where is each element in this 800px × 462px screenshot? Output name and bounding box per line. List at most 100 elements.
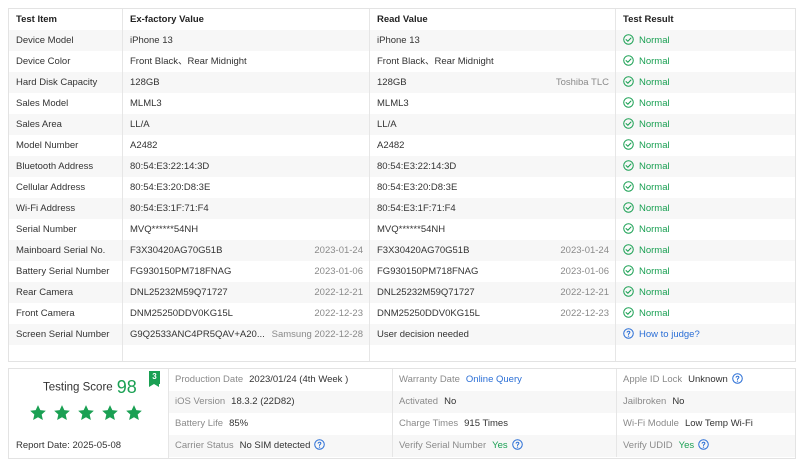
star-icon [30, 405, 46, 420]
charge-times-value: 915 Times [464, 418, 508, 429]
ex-factory-value-note: 2023-01-06 [314, 266, 363, 277]
question-circle-icon[interactable] [731, 373, 743, 384]
activated-label: Activated [399, 396, 439, 407]
ex-factory-value: LL/A [123, 114, 370, 135]
table-row: Battery Serial Number FG930150PM718FNAG 20… [9, 261, 795, 282]
read-value-text: Front Black、Rear Midnight [377, 56, 494, 67]
battery-life-value: 85% [229, 418, 249, 429]
read-value-text: F3X30420AG70G51B [377, 245, 470, 256]
info-battery-life: Battery Life 85% [169, 413, 393, 435]
test-result-status: Normal [639, 98, 670, 109]
test-result: Normal [616, 114, 795, 135]
ex-factory-value-text: 80:54:E3:20:D8:3E [130, 182, 211, 193]
table-row: Model Number A2482 A2482 Normal [9, 135, 795, 156]
table-header: Test Item Ex-factory Value Read Value Te… [9, 9, 795, 30]
test-result-status: Normal [639, 119, 670, 130]
ex-factory-value: MLML3 [123, 93, 370, 114]
ex-factory-value: 80:54:E3:22:14:3D [123, 156, 370, 177]
star-icon [102, 405, 118, 420]
test-result-status: Normal [639, 77, 670, 88]
apple-id-lock-value: Unknown [688, 374, 728, 385]
read-value: DNL25232M59Q71727 2022-12-21 [370, 282, 616, 303]
jailbroken-value: No [672, 396, 685, 407]
testing-score-value: 98 [116, 377, 137, 397]
info-verify-serial-number: Verify Serial Number Yes [393, 435, 617, 457]
ex-factory-value-text: A2482 [130, 140, 158, 151]
check-circle-icon [623, 286, 634, 297]
test-result-status: Normal [639, 182, 670, 193]
test-result-status: Normal [639, 245, 670, 256]
how-to-judge-link[interactable]: How to judge? [639, 329, 700, 340]
ex-factory-value: F3X30420AG70G51B 2023-01-24 [123, 240, 370, 261]
read-value-note: 2022-12-21 [560, 287, 609, 298]
ex-factory-value-text: MLML3 [130, 98, 162, 109]
warranty-date-value[interactable]: Online Query [466, 374, 522, 385]
test-result-status: Normal [639, 266, 670, 277]
info-ios-version: iOS Version 18.3.2 (22D82) [169, 391, 393, 413]
test-result-status: Normal [639, 35, 670, 46]
ex-factory-value-text: DNL25232M59Q71727 [130, 287, 228, 298]
ex-factory-value: DNL25232M59Q71727 2022-12-21 [123, 282, 370, 303]
question-circle-icon[interactable] [314, 439, 326, 450]
check-circle-icon [623, 139, 634, 150]
read-value-text: iPhone 13 [377, 35, 420, 46]
question-circle-icon[interactable] [623, 328, 634, 339]
info-jailbroken: Jailbroken No [617, 391, 795, 413]
read-value-text: 80:54:E3:20:D8:3E [377, 182, 458, 193]
test-item: Front Camera [9, 303, 123, 324]
test-result: Normal [616, 72, 795, 93]
ex-factory-value: 128GB [123, 72, 370, 93]
test-item: Hard Disk Capacity [9, 72, 123, 93]
table-row: Wi-Fi Address 80:54:E3:1F:71:F4 80:54:E3:1… [9, 198, 795, 219]
table-row: Device Color Front Black、Rear Midnight Fro… [9, 51, 795, 72]
summary-panel: Testing Score 98 3 Report Date: 2025-05-0… [8, 368, 796, 459]
table-row: Sales Model MLML3 MLML3 Normal [9, 93, 795, 114]
read-value-text: 128GB [377, 77, 407, 88]
read-value-text: DNL25232M59Q71727 [377, 287, 475, 298]
ex-factory-value: MVQ******54NH [123, 219, 370, 240]
ex-factory-value: A2482 [123, 135, 370, 156]
ex-factory-value: iPhone 13 [123, 30, 370, 51]
info-row: Production Date 2023/01/24 (4th Week ) War… [169, 369, 795, 391]
read-value-note: 2023-01-24 [560, 245, 609, 256]
check-circle-icon [623, 181, 634, 192]
info-row: iOS Version 18.3.2 (22D82) Activated No Jail… [169, 391, 795, 413]
testing-score: Testing Score 98 [43, 377, 137, 398]
read-value: F3X30420AG70G51B 2023-01-24 [370, 240, 616, 261]
test-result: Normal [616, 30, 795, 51]
read-value-text: A2482 [377, 140, 405, 151]
table-row: Cellular Address 80:54:E3:20:D8:3E 80:54:E… [9, 177, 795, 198]
charge-times-label: Charge Times [399, 418, 459, 429]
warranty-date-label: Warranty Date [399, 374, 460, 385]
check-circle-icon [623, 55, 634, 66]
read-value-text: LL/A [377, 119, 397, 130]
check-circle-icon [623, 118, 634, 129]
test-result: Normal [616, 261, 795, 282]
ex-factory-value-text: 80:54:E3:1F:71:F4 [130, 203, 209, 214]
test-item: Device Color [9, 51, 123, 72]
test-item: Mainboard Serial No. [9, 240, 123, 261]
test-result: Normal [616, 135, 795, 156]
ex-factory-value-text: Front Black、Rear Midnight [130, 56, 247, 67]
read-value-note: 2023-01-06 [560, 266, 609, 277]
test-item: Sales Model [9, 93, 123, 114]
question-circle-icon[interactable] [698, 439, 709, 450]
test-result-status: Normal [639, 161, 670, 172]
apple-id-lock-label: Apple ID Lock [623, 374, 683, 385]
info-activated: Activated No [393, 391, 617, 413]
ex-factory-value-text: 128GB [130, 77, 160, 88]
question-circle-icon[interactable] [511, 439, 523, 450]
table-row: Bluetooth Address 80:54:E3:22:14:3D 80:54:… [9, 156, 795, 177]
read-value: 128GB Toshiba TLC [370, 72, 616, 93]
test-result: Normal [616, 156, 795, 177]
table-row: Sales Area LL/A LL/A Normal [9, 114, 795, 135]
activated-value: No [444, 396, 457, 407]
ex-factory-value-text: LL/A [130, 119, 150, 130]
info-warranty-date: Warranty Date Online Query [393, 369, 617, 391]
info-production-date: Production Date 2023/01/24 (4th Week ) [169, 369, 393, 391]
test-item: Model Number [9, 135, 123, 156]
test-result[interactable]: How to judge? [616, 324, 795, 345]
read-value: 80:54:E3:1F:71:F4 [370, 198, 616, 219]
read-value: MLML3 [370, 93, 616, 114]
production-date-value: 2023/01/24 (4th Week ) [249, 374, 349, 385]
